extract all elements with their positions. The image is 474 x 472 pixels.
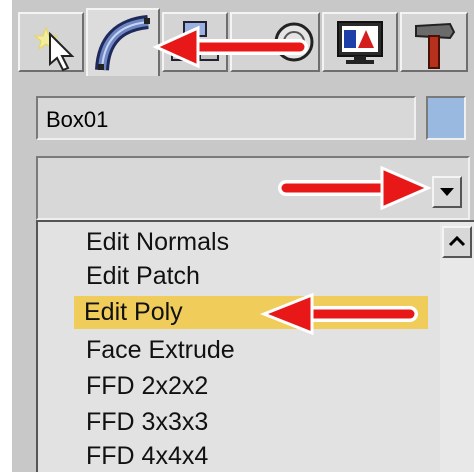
modifier-list: Edit Normals Edit Patch Edit Poly Face E… [36, 220, 474, 472]
chevron-up-icon [448, 235, 466, 247]
list-item[interactable]: Edit Normals [76, 226, 229, 259]
list-item[interactable]: FFD 3x3x3 [76, 406, 208, 439]
modify-curve-icon [95, 15, 150, 71]
object-name-text: Box01 [46, 107, 109, 132]
tab-create[interactable] [18, 12, 84, 72]
scroll-up-button[interactable] [442, 226, 472, 258]
annotation-arrow-dropdown [278, 166, 432, 210]
tab-display[interactable] [322, 12, 398, 72]
object-color-swatch[interactable] [426, 96, 466, 140]
list-scrollbar[interactable] [440, 222, 474, 472]
annotation-arrow-modify-tab [152, 25, 308, 69]
display-monitor-icon [337, 21, 383, 64]
hammer-icon [415, 22, 456, 69]
tab-modify[interactable] [86, 8, 160, 76]
object-name-field[interactable]: Box01 [36, 96, 416, 140]
list-item[interactable]: Face Extrude [76, 334, 235, 367]
annotation-arrow-edit-poly [259, 292, 418, 336]
create-cursor-icon [33, 26, 75, 72]
list-item[interactable]: Edit Patch [76, 260, 200, 293]
tab-utilities[interactable] [400, 12, 468, 72]
list-item[interactable]: FFD 4x4x4 [76, 440, 208, 472]
list-item[interactable]: FFD 2x2x2 [76, 370, 208, 403]
chevron-down-icon [440, 188, 454, 196]
command-panel: Box01 Edit Normals Edit Patch Edit Poly … [12, 0, 474, 472]
